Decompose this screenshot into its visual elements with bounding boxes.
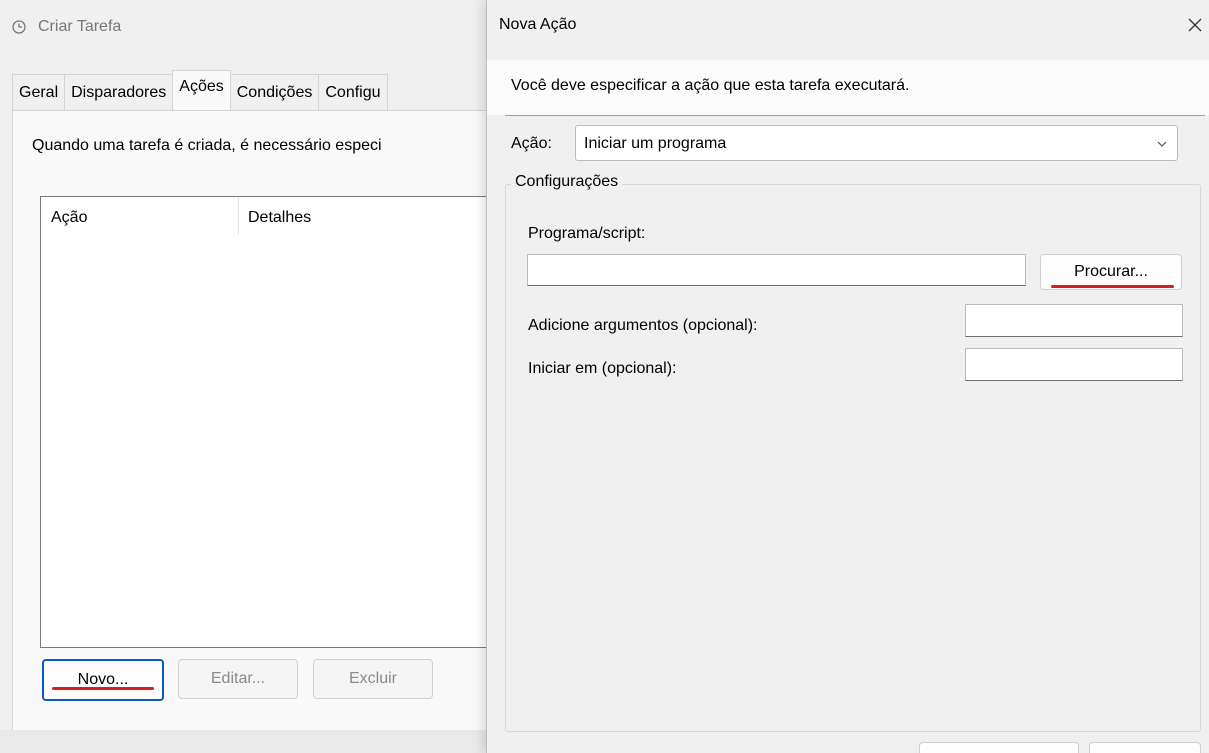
arguments-label: Adicione argumentos (opcional): — [528, 317, 758, 334]
tab-condicoes[interactable]: Condições — [229, 74, 320, 110]
acao-label: Ação: — [511, 135, 552, 152]
procurar-button-label: Procurar... — [1074, 263, 1148, 280]
nova-acao-dialog: Nova Ação Você deve especificar a ação q… — [486, 0, 1209, 753]
close-icon — [1188, 18, 1202, 32]
cancel-button[interactable] — [1089, 742, 1201, 753]
arguments-input[interactable] — [965, 304, 1183, 337]
actions-list[interactable]: Ação Detalhes — [40, 196, 487, 648]
clock-icon — [12, 20, 26, 34]
tab-configuracoes[interactable]: Configu — [318, 74, 388, 110]
red-underline-novo — [52, 687, 154, 690]
start-in-input[interactable] — [965, 348, 1183, 381]
chevron-down-icon — [1157, 141, 1167, 147]
configuracoes-group-label: Configurações — [511, 173, 623, 191]
acao-dropdown-value: Iniciar um programa — [584, 135, 727, 152]
tab-acoes[interactable]: Ações — [172, 70, 231, 111]
program-script-input[interactable] — [527, 254, 1026, 286]
criar-tarefa-titlebar: Criar Tarefa — [12, 18, 121, 36]
program-script-label: Programa/script: — [528, 225, 646, 242]
red-underline-procurar — [1051, 285, 1174, 288]
excluir-button-label: Excluir — [348, 670, 397, 687]
tab-disparadores[interactable]: Disparadores — [64, 74, 174, 110]
screen: Criar Tarefa Geral Disparadores Ações Co… — [0, 0, 1209, 753]
criar-tarefa-title: Criar Tarefa — [38, 18, 122, 35]
column-header-acao[interactable]: Ação — [51, 209, 87, 227]
dialog-instruction: Você deve especificar a ação que esta ta… — [511, 77, 910, 94]
header-separator — [505, 115, 1205, 116]
column-header-detalhes[interactable]: Detalhes — [248, 209, 311, 227]
window-bottom-strip — [0, 730, 486, 753]
acao-dropdown[interactable]: Iniciar um programa — [575, 125, 1178, 161]
criar-tarefa-window: Criar Tarefa Geral Disparadores Ações Co… — [0, 0, 487, 753]
editar-button[interactable]: Editar... — [178, 659, 298, 699]
start-in-label: Iniciar em (opcional): — [528, 360, 677, 377]
close-button[interactable] — [1180, 10, 1209, 40]
column-separator[interactable] — [238, 197, 239, 235]
editar-button-label: Editar... — [210, 670, 266, 687]
novo-button[interactable]: Novo... — [42, 659, 164, 701]
acoes-description: Quando uma tarefa é criada, é necessário… — [32, 137, 382, 154]
excluir-button[interactable]: Excluir — [313, 659, 433, 699]
dialog-title: Nova Ação — [499, 16, 577, 33]
ok-button[interactable] — [919, 742, 1079, 753]
tab-geral[interactable]: Geral — [12, 74, 66, 110]
tab-bar: Geral Disparadores Ações Condições Confi… — [12, 70, 388, 111]
